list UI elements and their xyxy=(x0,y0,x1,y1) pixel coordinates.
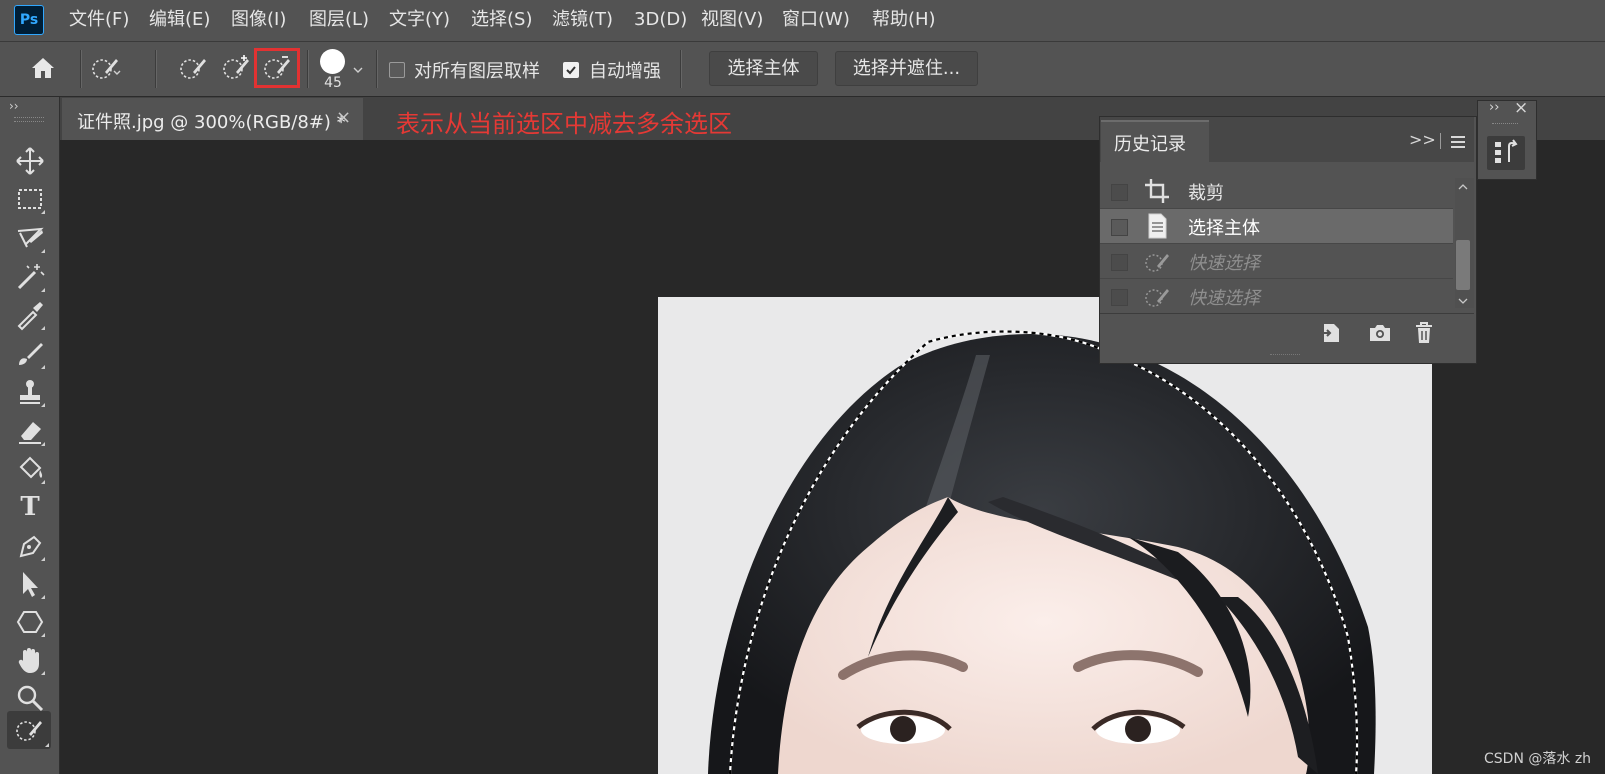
panel-menu-icon[interactable] xyxy=(1450,134,1466,148)
add-to-selection-icon[interactable] xyxy=(219,51,253,85)
history-item-select-subject[interactable]: 选择主体 xyxy=(1100,209,1453,244)
eraser-tool-icon[interactable] xyxy=(13,414,47,448)
clone-stamp-tool-icon[interactable] xyxy=(13,375,47,409)
history-snapshot-checkbox[interactable] xyxy=(1111,289,1128,306)
menu-view[interactable]: 视图(V) xyxy=(701,0,763,40)
tools-panel: ›› T xyxy=(0,97,60,774)
menu-select[interactable]: 选择(S) xyxy=(471,0,532,40)
quick-selection-icon xyxy=(1142,281,1172,311)
history-snapshot-checkbox[interactable] xyxy=(1111,219,1128,236)
new-document-from-state-icon[interactable] xyxy=(1318,320,1344,346)
magic-wand-tool-icon[interactable] xyxy=(13,260,47,294)
dock-close-icon[interactable]: × xyxy=(1514,98,1528,118)
scroll-up-icon[interactable] xyxy=(1456,178,1470,190)
photoshop-logo-icon: Ps xyxy=(14,5,44,35)
crop-icon xyxy=(1142,176,1172,206)
quick-selection-tool-icon[interactable] xyxy=(7,711,51,749)
history-item-quick-select-2[interactable]: 快速选择 xyxy=(1100,279,1453,313)
hand-tool-icon[interactable] xyxy=(13,643,47,677)
sample-all-layers-label: 对所有图层取样 xyxy=(414,61,540,82)
history-item-label: 选择主体 xyxy=(1188,218,1260,239)
shape-tool-icon[interactable] xyxy=(13,605,47,639)
move-tool-icon[interactable] xyxy=(13,144,47,178)
trash-icon[interactable] xyxy=(1411,320,1437,346)
home-icon[interactable] xyxy=(26,51,60,85)
dock-grip[interactable] xyxy=(1492,123,1518,127)
menu-window[interactable]: 窗口(W) xyxy=(782,0,850,40)
document-icon xyxy=(1142,211,1172,241)
marquee-tool-icon[interactable] xyxy=(13,182,47,216)
history-snapshot-checkbox[interactable] xyxy=(1111,254,1128,271)
lasso-tool-icon[interactable] xyxy=(13,221,47,255)
menu-bar: Ps 文件(F) 编辑(E) 图像(I) 图层(L) 文字(Y) 选择(S) 滤… xyxy=(0,0,1605,42)
brush-preview-icon[interactable] xyxy=(320,49,345,74)
sample-all-layers-checkbox[interactable] xyxy=(389,62,405,78)
select-subject-button[interactable]: 选择主体 xyxy=(709,51,818,86)
menu-filter[interactable]: 滤镜(T) xyxy=(552,0,613,40)
history-item-label: 裁剪 xyxy=(1188,183,1224,204)
menu-3d[interactable]: 3D(D) xyxy=(634,0,687,40)
auto-enhance-label: 自动增强 xyxy=(589,61,661,82)
menu-layer[interactable]: 图层(L) xyxy=(309,0,369,40)
brush-size-value: 45 xyxy=(324,75,342,91)
watermark: CSDN @落水 zh xyxy=(1484,751,1592,767)
history-item-label: 快速选择 xyxy=(1188,253,1260,274)
paint-bucket-tool-icon[interactable] xyxy=(13,452,47,486)
menu-edit[interactable]: 编辑(E) xyxy=(149,0,210,40)
history-item-crop[interactable]: 裁剪 xyxy=(1100,174,1453,209)
annotation-text: 表示从当前选区中减去多余选区 xyxy=(396,110,732,138)
pen-tool-icon[interactable] xyxy=(13,529,47,563)
menu-image[interactable]: 图像(I) xyxy=(231,0,286,40)
toolbar-grip[interactable] xyxy=(14,117,44,122)
portrait-photo[interactable] xyxy=(658,297,1432,774)
new-selection-icon[interactable] xyxy=(176,51,210,85)
history-snapshot-checkbox[interactable] xyxy=(1111,184,1128,201)
toolbar-collapse-icon[interactable]: ›› xyxy=(9,99,19,113)
menu-file[interactable]: 文件(F) xyxy=(69,0,129,40)
select-and-mask-button[interactable]: 选择并遮住... xyxy=(835,51,978,86)
panel-resize-grip[interactable] xyxy=(1270,354,1300,358)
path-selection-tool-icon[interactable] xyxy=(13,567,47,601)
brush-tool-icon[interactable] xyxy=(13,337,47,371)
quick-selection-icon xyxy=(1142,246,1172,276)
close-tab-icon[interactable]: × xyxy=(336,107,351,128)
scroll-down-icon[interactable] xyxy=(1456,292,1470,304)
subtract-mode-highlight xyxy=(254,48,300,88)
brush-picker-chevron-icon[interactable] xyxy=(350,53,366,87)
eyedropper-tool-icon[interactable] xyxy=(13,298,47,332)
camera-icon[interactable] xyxy=(1367,320,1393,346)
dock-collapse-icon[interactable]: ›› xyxy=(1489,100,1499,115)
menu-help[interactable]: 帮助(H) xyxy=(872,0,936,40)
expand-panel-icon[interactable]: >> xyxy=(1409,130,1436,149)
history-item-label: 快速选择 xyxy=(1188,288,1260,309)
history-panel-icon[interactable] xyxy=(1487,136,1525,170)
history-panel-title: 历史记录 xyxy=(1114,134,1186,155)
type-tool-icon[interactable]: T xyxy=(13,490,47,524)
menu-type[interactable]: 文字(Y) xyxy=(389,0,450,40)
history-scrollbar-thumb[interactable] xyxy=(1456,240,1470,290)
history-item-quick-select-1[interactable]: 快速选择 xyxy=(1100,244,1453,279)
zoom-tool-icon[interactable] xyxy=(13,681,47,715)
document-tab-title: 证件照.jpg @ 300%(RGB/8#) * xyxy=(77,112,346,133)
tool-preset-picker-icon[interactable] xyxy=(88,51,122,85)
auto-enhance-checkbox[interactable] xyxy=(563,62,579,78)
